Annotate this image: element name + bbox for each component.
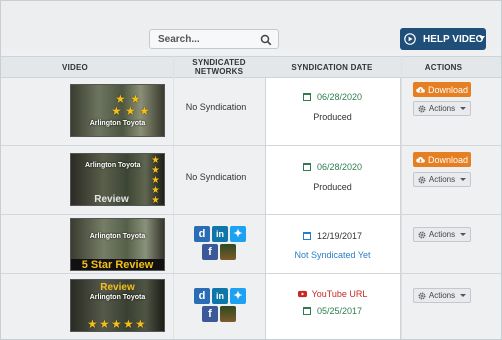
calendar-icon [302, 307, 311, 315]
status-text: Produced [313, 182, 352, 192]
help-video-button[interactable]: HELP VIDEO [400, 28, 486, 50]
syndication-date: 06/28/2020 [266, 92, 399, 102]
syndication-date: 06/28/2020 [266, 162, 399, 172]
star-icon: ★ [123, 317, 134, 331]
chevron-down-icon [460, 178, 467, 181]
dealer-name: Arlington Toyota [89, 120, 146, 127]
video-thumbnail[interactable]: ★ ★ ★ ★ ★ Arlington Toyota [70, 84, 165, 137]
download-label: Download [427, 84, 469, 95]
star-icon: ★ [111, 317, 122, 331]
cloud-download-icon [416, 157, 425, 163]
date-text: 06/28/2020 [316, 92, 363, 102]
video-manager-window: HELP VIDEO VIDEO SYNDICATED NETWORKS SYN… [0, 0, 502, 340]
chevron-down-icon [460, 233, 467, 236]
networks-status: No Syndication [185, 172, 247, 182]
play-circle-icon [404, 33, 416, 45]
star-icon: ★ [111, 104, 122, 118]
actions-label: Actions [428, 175, 456, 184]
header-video: VIDEO [62, 62, 88, 72]
download-label: Download [427, 154, 469, 165]
image-thumbnail-icon[interactable] [220, 244, 236, 260]
youtube-icon [297, 290, 307, 298]
gear-icon [418, 105, 426, 112]
table-row: ★ ★ ★ ★ ★ Arlington Toyota No Syndicatio… [1, 77, 501, 146]
table-header: VIDEO SYNDICATED NETWORKS SYNDICATION DA… [1, 56, 501, 78]
facebook-icon[interactable]: f [202, 306, 218, 322]
actions-label: Actions [428, 230, 456, 239]
actions-dropdown[interactable]: Actions [413, 101, 471, 116]
actions-label: Actions [428, 291, 456, 300]
dealer-name: Arlington Toyota [89, 294, 146, 301]
linkedin-icon[interactable]: in [212, 226, 228, 242]
star-icon: ★ [139, 104, 150, 118]
header-syndication-date: SYNDICATION DATE [291, 62, 373, 72]
youtube-label: YouTube URL [311, 289, 368, 299]
video-thumbnail[interactable]: Arlington Toyota ★ ★ ★ ★ ★ Review [70, 153, 165, 206]
thumbnail-caption: Review [100, 282, 135, 293]
youtube-link[interactable]: YouTube URL [266, 289, 399, 299]
status-text: Not Syndicated Yet [294, 250, 371, 260]
gear-icon [418, 176, 426, 183]
actions-dropdown[interactable]: Actions [413, 227, 471, 242]
search-box[interactable] [149, 29, 279, 49]
table-row: Arlington Toyota 5 Star Review d in ✦ f … [1, 215, 501, 274]
search-input[interactable] [150, 30, 263, 48]
calendar-icon [302, 93, 311, 101]
gear-icon [418, 292, 426, 299]
date-text: 05/25/2017 [316, 306, 363, 316]
twitter-icon[interactable]: ✦ [230, 288, 246, 304]
star-icon: ★ [135, 317, 146, 331]
video-thumbnail[interactable]: Arlington Toyota 5 Star Review [70, 218, 165, 271]
table-row: Arlington Toyota ★ ★ ★ ★ ★ Review No Syn… [1, 146, 501, 215]
top-toolbar: HELP VIDEO [1, 1, 501, 50]
actions-dropdown[interactable]: Actions [413, 288, 471, 303]
linkedin-icon[interactable]: in [212, 288, 228, 304]
chevron-down-icon [479, 36, 485, 40]
thumbnail-caption: 5 Star Review [71, 259, 164, 270]
gear-icon [418, 231, 426, 238]
syndication-date: 12/19/2017 [266, 231, 399, 241]
actions-label: Actions [428, 104, 456, 113]
thumbnail-caption: Review [94, 194, 129, 205]
date-text: 06/28/2020 [316, 162, 363, 172]
dealer-site-icon[interactable]: d [194, 288, 210, 304]
image-thumbnail-icon[interactable] [220, 306, 236, 322]
star-icon: ★ [99, 317, 110, 331]
status-text: Produced [313, 112, 352, 122]
actions-dropdown[interactable]: Actions [413, 172, 471, 187]
download-button[interactable]: Download [413, 152, 471, 167]
dealer-name: Arlington Toyota [89, 233, 146, 240]
header-syndicated-networks: SYNDICATED NETWORKS [192, 58, 246, 76]
calendar-icon [302, 163, 311, 171]
syndication-date: 05/25/2017 [266, 306, 399, 316]
networks-status: No Syndication [185, 102, 247, 112]
dealer-site-icon[interactable]: d [194, 226, 210, 242]
chevron-down-icon [460, 107, 467, 110]
header-actions: ACTIONS [424, 62, 463, 72]
video-thumbnail[interactable]: Review Arlington Toyota ★ ★ ★ ★ ★ [70, 279, 165, 332]
date-text: 12/19/2017 [316, 231, 363, 241]
download-button[interactable]: Download [413, 82, 471, 97]
chevron-down-icon [460, 294, 467, 297]
twitter-icon[interactable]: ✦ [230, 226, 246, 242]
calendar-icon [302, 232, 311, 240]
star-icon: ★ [87, 317, 98, 331]
cloud-download-icon [416, 87, 425, 93]
search-icon[interactable] [260, 34, 272, 46]
facebook-icon[interactable]: f [202, 244, 218, 260]
help-video-label: HELP VIDEO [423, 34, 484, 45]
table-row: Review Arlington Toyota ★ ★ ★ ★ ★ d in ✦… [1, 274, 501, 339]
star-icon: ★ [125, 104, 136, 118]
